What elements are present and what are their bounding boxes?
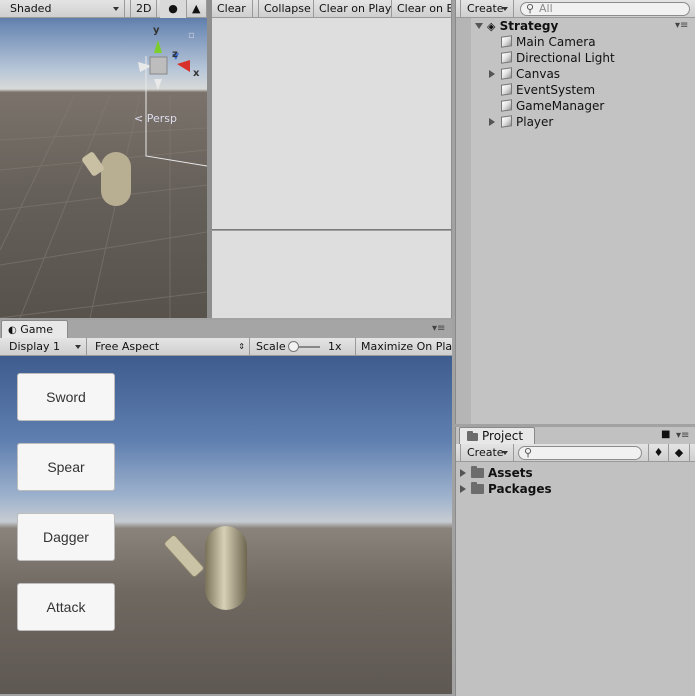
audio-toggle-button[interactable]: ▲	[190, 0, 207, 18]
gameobject-icon	[501, 83, 512, 96]
hierarchy-item-gamemanager[interactable]: GameManager	[501, 98, 604, 114]
project-create-dropdown[interactable]: Create	[460, 444, 514, 462]
tag-icon: ◆	[674, 446, 684, 459]
hierarchy-scene-menu-icon[interactable]: ▾≡	[675, 20, 688, 31]
player-expand-arrow-icon[interactable]	[489, 118, 495, 126]
persp-label[interactable]: < Persp	[134, 112, 177, 125]
unity-logo-icon: ◈	[487, 20, 496, 33]
project-toolbar: Create ⚲ ♦ ◆	[456, 444, 695, 462]
hierarchy-scene-name: Strategy	[499, 19, 559, 33]
project-folder-assets[interactable]: Assets	[471, 465, 533, 481]
shapes-icon: ♦	[653, 446, 664, 459]
hierarchy-item-directional-light[interactable]: Directional Light	[501, 50, 615, 66]
packages-expand-arrow-icon[interactable]	[460, 485, 466, 493]
project-panel-menu-icon[interactable]: ▾≡	[676, 430, 689, 441]
lightbulb-icon: ●	[168, 2, 178, 15]
2d-toggle-button[interactable]: 2D	[130, 0, 157, 18]
hierarchy-gutter	[456, 18, 471, 424]
console-collapse-button[interactable]: Collapse	[258, 0, 314, 18]
aspect-label: Free Aspect	[95, 340, 160, 353]
gizmo-y-label: y	[153, 25, 160, 36]
tab-game[interactable]: ◐ Game	[1, 320, 68, 338]
hierarchy-search-placeholder: All	[539, 2, 553, 15]
lock-icon[interactable]: ▫	[188, 30, 195, 41]
folder-icon	[471, 482, 484, 494]
gameobject-icon	[501, 99, 512, 112]
console-clear-on-build-button[interactable]: Clear on Bu	[392, 0, 451, 18]
maximize-on-play-button[interactable]: Maximize On Play	[356, 338, 452, 356]
gameobject-icon	[501, 67, 512, 80]
game-viewport[interactable]: Sword Spear Dagger Attack	[0, 356, 452, 694]
console-clear-button[interactable]: Clear	[212, 0, 253, 18]
dagger-button[interactable]: Dagger	[17, 513, 115, 561]
console-panel[interactable]	[211, 0, 452, 318]
game-player	[165, 526, 247, 610]
speaker-icon: ▲	[192, 2, 201, 15]
game-tab-icon: ◐	[8, 325, 17, 336]
scale-value: 1x	[328, 340, 342, 353]
game-tab-label: Game	[20, 323, 53, 336]
hierarchy-item-label: Directional Light	[516, 51, 615, 65]
hierarchy-item-main-camera[interactable]: Main Camera	[501, 34, 596, 50]
scene-player-body	[101, 152, 131, 206]
game-toolbar: Display 1 Free Aspect ⇕ Scale 1x Maximiz…	[0, 338, 452, 356]
hierarchy-search-input[interactable]: ⚲ All	[520, 2, 690, 16]
hierarchy-list[interactable]	[456, 18, 695, 424]
sword-button[interactable]: Sword	[17, 373, 115, 421]
hierarchy-item-canvas[interactable]: Canvas	[501, 66, 560, 82]
search-icon: ⚲	[524, 446, 533, 459]
project-folder-packages[interactable]: Packages	[471, 481, 552, 497]
project-tab-label: Project	[482, 429, 524, 443]
scene-view[interactable]: y z x ▫ < Persp	[0, 0, 207, 318]
hierarchy-item-label: Canvas	[516, 67, 561, 81]
scale-slider-thumb[interactable]	[288, 341, 299, 352]
lock-icon[interactable]: ■	[661, 429, 670, 440]
project-folder-label: Assets	[488, 466, 533, 480]
assets-expand-arrow-icon[interactable]	[460, 469, 466, 477]
gameobject-icon	[501, 115, 512, 128]
display-dropdown[interactable]: Display 1	[0, 338, 87, 356]
console-splitter[interactable]	[212, 229, 451, 231]
scale-label: Scale	[256, 340, 286, 353]
hierarchy-item-player[interactable]: Player	[501, 114, 553, 130]
gizmo-x-label: x	[193, 68, 200, 79]
project-folder-icon	[467, 431, 478, 441]
scene-expand-arrow-icon[interactable]	[475, 23, 483, 29]
scale-slider-group: Scale 1x	[250, 338, 356, 356]
attack-button[interactable]: Attack	[17, 583, 115, 631]
hierarchy-toolbar: Create ⚲ All	[456, 0, 695, 18]
game-tab-bar: ◐ Game ▾≡	[0, 320, 452, 338]
canvas-expand-arrow-icon[interactable]	[489, 70, 495, 78]
shading-dropdown[interactable]: Shaded	[0, 0, 125, 18]
lighting-toggle-button[interactable]: ●	[160, 0, 187, 18]
project-search-input[interactable]: ⚲	[518, 446, 642, 460]
hierarchy-item-label: GameManager	[516, 99, 605, 113]
hierarchy-create-dropdown[interactable]: Create	[460, 0, 514, 18]
hierarchy-item-label: Player	[516, 115, 554, 129]
updown-icon: ⇕	[238, 342, 245, 351]
project-folder-label: Packages	[488, 482, 552, 496]
filter-by-type-button[interactable]: ♦	[648, 444, 669, 462]
console-toolbar: Clear Collapse Clear on Play Clear on Bu	[212, 0, 451, 18]
aspect-dropdown[interactable]: Free Aspect ⇕	[87, 338, 250, 356]
gameobject-icon	[501, 35, 512, 48]
gizmo-z-label: z	[172, 49, 178, 60]
filter-by-label-button[interactable]: ◆	[669, 444, 690, 462]
hierarchy-item-label: Main Camera	[516, 35, 596, 49]
gameobject-icon	[501, 51, 512, 64]
console-clear-on-play-button[interactable]: Clear on Play	[314, 0, 392, 18]
folder-icon	[471, 466, 484, 478]
scene-toolbar: Shaded 2D ● ▲	[0, 0, 207, 18]
search-icon: ⚲	[526, 2, 535, 15]
persp-text: Persp	[146, 112, 177, 125]
hierarchy-item-eventsystem[interactable]: EventSystem	[501, 82, 595, 98]
spear-button[interactable]: Spear	[17, 443, 115, 491]
hierarchy-item-label: EventSystem	[516, 83, 596, 97]
hierarchy-scene-row[interactable]: ◈ Strategy	[487, 18, 558, 34]
tab-project[interactable]: Project	[459, 427, 535, 445]
game-panel-menu-icon[interactable]: ▾≡	[432, 323, 445, 334]
